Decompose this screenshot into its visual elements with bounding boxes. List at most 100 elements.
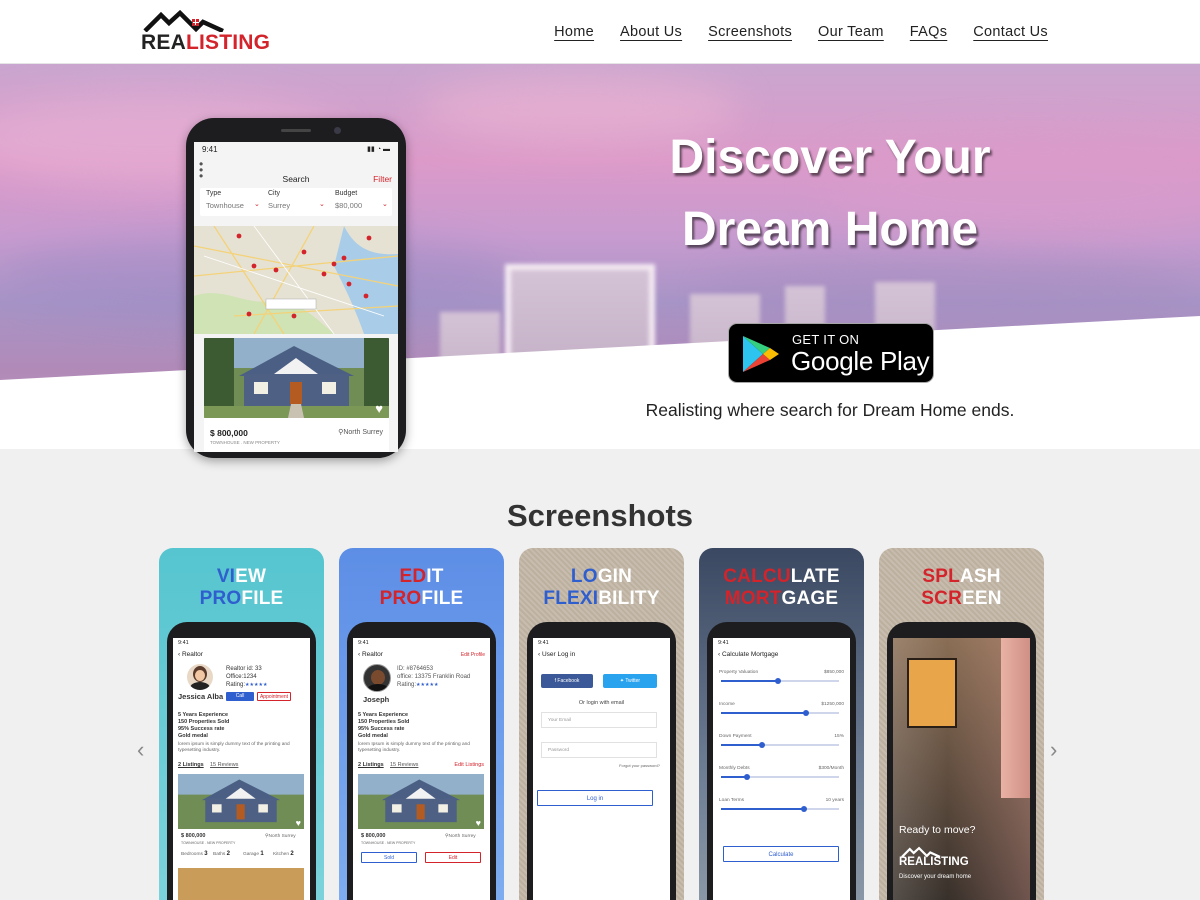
heart-icon[interactable]: ♥ <box>375 401 383 416</box>
forgot-password-link[interactable]: Forgot your password? <box>619 763 660 769</box>
edit-profile-link[interactable]: Edit Profile <box>461 652 485 660</box>
mortgage-label: Loan Terms <box>719 798 744 803</box>
email-input[interactable]: Your Email <box>541 712 657 728</box>
listing-location: ⚲North Surrey <box>338 429 383 436</box>
feature-baths: Baths 2 <box>213 851 230 857</box>
avatar <box>187 664 213 690</box>
tab-listings[interactable]: 2 Listings <box>358 762 384 770</box>
mortgage-label: Monthly Debts <box>719 766 750 771</box>
edit-button[interactable]: Edit <box>425 852 481 863</box>
splash-screen: Ready to move? REALISTING Discover your … <box>893 638 1030 900</box>
hero-diagonal-divider <box>0 316 1200 449</box>
field-type[interactable]: Type Townhouse <box>206 190 244 210</box>
edit-profile-screen: 9:41 ‹ Realtor Edit Profile ID: #8764653… <box>353 638 490 900</box>
tab-reviews[interactable]: 15 Reviews <box>390 762 418 770</box>
map-view[interactable] <box>194 226 398 334</box>
appointment-button[interactable]: Appointment <box>257 692 291 701</box>
badge-small-text: GET IT ON <box>792 332 860 347</box>
field-city[interactable]: City Surrey <box>268 190 290 210</box>
listing-photo[interactable]: ♥ <box>204 338 389 418</box>
twitter-login-button[interactable]: ✦ Twitter <box>603 674 657 688</box>
mortgage-slider[interactable] <box>721 710 839 716</box>
nav-faqs[interactable]: FAQs <box>910 22 947 42</box>
location-pin-icon: ⚲North Surrey <box>445 834 476 839</box>
rating-stars-icon: ★★★★★ <box>245 682 268 688</box>
mortgage-value: $850,000 <box>823 670 844 675</box>
calculate-button[interactable]: Calculate <box>723 846 839 862</box>
carousel-next-arrow[interactable]: › <box>1050 738 1057 762</box>
mortgage-slider[interactable] <box>721 774 839 780</box>
location-pin-icon: ⚲North Surrey <box>265 834 296 839</box>
chevron-down-icon: ⌄ <box>319 201 325 208</box>
roof-icon <box>143 10 224 32</box>
listing-photo[interactable]: ♥ <box>358 774 484 829</box>
google-play-icon <box>743 336 779 372</box>
screenshot-card-edit-profile[interactable]: EDIT PROFILE 9:41 ‹ Realtor Edit Profile… <box>339 548 504 900</box>
mortgage-value: 10 years <box>825 798 844 803</box>
hero-phone-screen: 9:41 ▮▮ ◔ ▬ • • • Search Filter Type Townho… <box>194 142 398 452</box>
password-input[interactable]: Password <box>541 742 657 758</box>
mortgage-label: Income <box>719 702 735 707</box>
nav-about-us[interactable]: About Us <box>620 22 682 42</box>
tab-reviews[interactable]: 15 Reviews <box>210 762 238 770</box>
screenshot-card-view-profile[interactable]: VIEW PROFILE 9:41 ‹ Realtor Realtor id: … <box>159 548 324 900</box>
back-icon[interactable]: ‹ Realtor <box>178 651 203 658</box>
logo[interactable]: REALISTING <box>141 10 271 54</box>
back-icon[interactable]: ‹ User Log in <box>538 651 575 658</box>
slider-handle <box>743 774 750 780</box>
nav-contact-us[interactable]: Contact Us <box>973 22 1048 42</box>
login-button[interactable]: Log in <box>537 790 653 806</box>
wall-art <box>907 658 957 728</box>
site-header: REALISTING Home About Us Screenshots Our… <box>0 0 1200 64</box>
heart-icon[interactable]: ♥ <box>476 818 481 828</box>
listing-photo[interactable]: ♥ <box>178 774 304 829</box>
back-icon[interactable]: ‹ Realtor <box>358 651 383 658</box>
screenshot-card-calculate-mortgage[interactable]: CALCULATE MORTGAGE 9:41 ‹ Calculate Mort… <box>699 548 864 900</box>
hero-title-line1: Discover Your <box>669 131 991 184</box>
feature-garage: Garage 1 <box>243 851 264 857</box>
slider-handle <box>800 806 807 812</box>
nav-screenshots[interactable]: Screenshots <box>708 22 792 42</box>
listing-price: $ 800,000 <box>210 428 248 438</box>
mortgage-slider[interactable] <box>721 742 839 748</box>
mortgage-label: Property Valuation <box>719 670 759 675</box>
mortgage-value: $1250,000 <box>821 702 844 707</box>
landing-page: REALISTING Home About Us Screenshots Our… <box>0 0 1200 900</box>
edit-listings-link[interactable]: Edit Listings <box>454 762 484 770</box>
filter-link[interactable]: Filter <box>373 174 392 184</box>
slider-handle <box>802 710 809 716</box>
carousel-prev-arrow[interactable]: ‹ <box>137 738 144 762</box>
facebook-login-button[interactable]: f Facebook <box>541 674 593 688</box>
slider-fill <box>721 808 804 810</box>
chevron-down-icon: ⌄ <box>382 201 388 208</box>
hero-title-line2: Dream Home <box>681 203 979 256</box>
splash-sub-text: Discover your dream home <box>899 874 972 880</box>
mortgage-slider[interactable] <box>721 678 839 684</box>
splash-ready-text: Ready to move? <box>899 824 976 836</box>
mortgage-slider[interactable] <box>721 806 839 812</box>
call-button[interactable]: Call <box>226 692 254 701</box>
sold-button[interactable]: Sold <box>361 852 417 863</box>
mortgage-label: Down Payment <box>719 734 752 739</box>
card-heading: VIEW PROFILE <box>199 566 284 609</box>
card-heading: SPLASH SCREEN <box>921 566 1002 609</box>
screenshot-card-splash-screen[interactable]: SPLASH SCREEN Ready to move? REALISTING … <box>879 548 1044 900</box>
screenshot-card-login[interactable]: LOGIN FLEXIBILITY 9:41 ‹ User Log in f F… <box>519 548 684 900</box>
nav-home[interactable]: Home <box>554 22 594 42</box>
listing-card[interactable]: $ 800,000 ⚲North Surrey TOWNHOUSE . NEW … <box>204 418 389 452</box>
field-budget[interactable]: Budget $80,000 <box>335 190 362 210</box>
heart-icon[interactable]: ♥ <box>296 818 301 828</box>
hero-phone-mockup: 9:41 ▮▮ ◔ ▬ • • • Search Filter Type Townho… <box>186 118 406 458</box>
back-icon[interactable]: ‹ Calculate Mortgage <box>718 651 778 658</box>
card-heading: EDIT PROFILE <box>379 566 464 609</box>
google-play-badge[interactable]: GET IT ON Google Play <box>728 323 934 383</box>
nav-our-team[interactable]: Our Team <box>818 22 884 42</box>
tab-listings[interactable]: 2 Listings <box>178 762 204 770</box>
card-phone: Ready to move? REALISTING Discover your … <box>887 622 1036 900</box>
rating-stars-icon: ★★★★★ <box>416 682 439 688</box>
view-profile-screen: 9:41 ‹ Realtor Realtor id: 33 Office:123… <box>173 638 310 900</box>
card-heading: CALCULATE MORTGAGE <box>723 566 840 609</box>
search-title: Search <box>282 174 310 184</box>
badge-big-text: Google Play <box>791 346 930 376</box>
hero-section: Discover Your Dream Home <box>0 64 1200 449</box>
